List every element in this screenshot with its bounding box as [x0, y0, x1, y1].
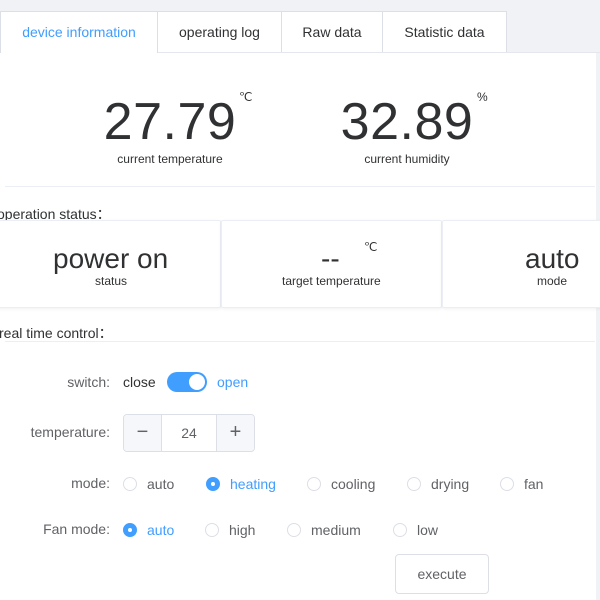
current-temperature-reading: 27.79 ℃ current temperature [95, 90, 253, 166]
tab-statistic-data[interactable]: Statistic data [382, 11, 507, 52]
temperature-stepper: − 24 + [123, 414, 255, 452]
execute-button[interactable]: execute [395, 554, 489, 594]
radio-dot [407, 477, 421, 491]
temperature-unit: ℃ [239, 90, 253, 104]
tab-bar: device information operating log Raw dat… [0, 11, 600, 53]
status-value: power on [53, 243, 169, 274]
humidity-value: 32.89 [340, 93, 474, 151]
temperature-input[interactable]: 24 [162, 415, 216, 451]
radio-dot [123, 477, 137, 491]
radio-label: heating [230, 476, 276, 492]
radio-dot [206, 477, 220, 491]
target-temperature-value: -- [321, 243, 340, 274]
temperature-label: current temperature [117, 152, 223, 166]
radio-dot [500, 477, 514, 491]
temperature-control-label: temperature: [30, 424, 110, 440]
switch-open-text[interactable]: open [217, 374, 248, 390]
radio-dot [393, 523, 407, 537]
switch-knob [189, 374, 205, 390]
decrement-button[interactable]: − [124, 415, 162, 451]
realtime-control-title: real time control： [0, 325, 113, 341]
mode-control-label: mode: [71, 475, 110, 491]
radio-label: drying [431, 476, 470, 492]
tab-raw-data[interactable]: Raw data [281, 11, 383, 52]
divider [5, 186, 595, 187]
mode-value: auto [525, 243, 580, 274]
status-card: power on status [0, 220, 221, 308]
humidity-unit: % [477, 90, 488, 104]
current-humidity-reading: 32.89 % current humidity [330, 90, 488, 166]
radio-label: auto [147, 522, 175, 538]
mode-label: mode [537, 274, 568, 288]
switch-label: switch: [67, 374, 110, 390]
divider [5, 341, 595, 342]
radio-label: auto [147, 476, 175, 492]
radio-label: low [417, 522, 439, 538]
radio-label: cooling [331, 476, 376, 492]
radio-dot [287, 523, 301, 537]
radio-dot [123, 523, 137, 537]
power-switch[interactable] [167, 372, 207, 392]
radio-label: high [229, 522, 256, 538]
radio-label: fan [524, 476, 544, 492]
status-label: status [95, 274, 128, 288]
target-temperature-card: -- ℃ target temperature [221, 220, 442, 308]
increment-button[interactable]: + [216, 415, 254, 451]
humidity-label: current humidity [364, 152, 450, 166]
tab-device-information[interactable]: device information [0, 11, 158, 53]
radio-dot [307, 477, 321, 491]
radio-label: medium [311, 522, 361, 538]
radio-dot [205, 523, 219, 537]
mode-card: auto mode [442, 220, 600, 308]
switch-close-text[interactable]: close [123, 374, 156, 390]
target-temperature-unit: ℃ [364, 240, 378, 254]
fan-mode-label: Fan mode: [43, 521, 110, 537]
target-temperature-label: target temperature [282, 274, 381, 288]
temperature-value: 27.79 [103, 93, 237, 151]
tab-operating-log[interactable]: operating log [157, 11, 282, 52]
